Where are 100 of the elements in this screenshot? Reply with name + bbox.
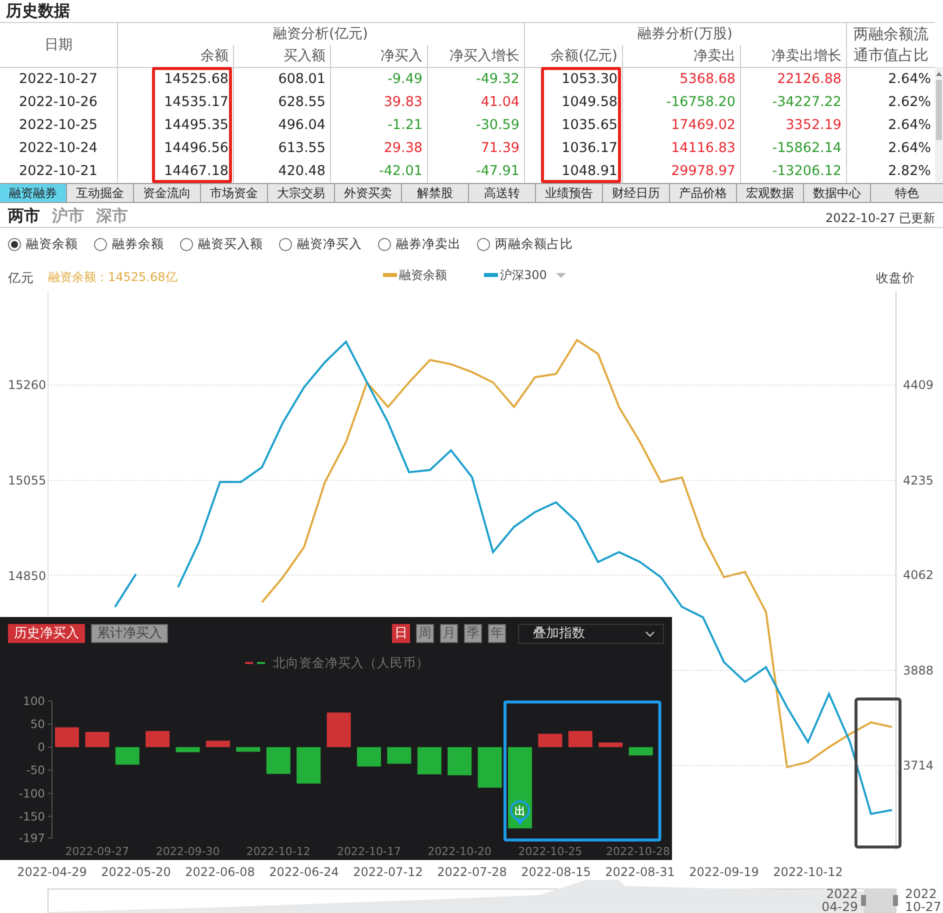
column-header: 买入额 [233, 45, 330, 68]
radio-circle[interactable] [8, 238, 21, 250]
table-cell: 1035.65 [524, 114, 622, 137]
nav-tab[interactable]: 融资融券 [0, 184, 67, 202]
period-tab[interactable]: 日 [392, 624, 410, 643]
radio-circle[interactable] [180, 238, 193, 250]
bar [296, 747, 321, 784]
radio-option[interactable]: 融券净卖出 [378, 234, 461, 254]
axis-label: 2022-06-08 [185, 865, 255, 879]
axis-label: 3714 [903, 758, 934, 773]
radio-option[interactable]: 两融余额占比 [477, 234, 573, 254]
table-cell: 39.83 [330, 91, 427, 114]
table-cell: -16758.20 [622, 91, 740, 114]
date-cell: 2022-10-25 [0, 114, 117, 137]
axis-title: 收盘价 [876, 270, 915, 285]
table-cell: 5368.68 [622, 68, 740, 91]
market-tab[interactable]: 两市 [8, 205, 52, 227]
table-cell: 3352.19 [740, 114, 846, 137]
legend-swatch [383, 273, 397, 277]
table-cell: 17469.02 [622, 114, 740, 137]
axis-label: -150 [18, 809, 45, 824]
axis-label: 50 [30, 717, 45, 732]
axis-label: 2022-06-24 [269, 865, 339, 879]
table-cell: 608.01 [233, 68, 330, 91]
column-header: 余额(亿元) [524, 45, 622, 68]
table-cell: -15862.14 [740, 137, 846, 160]
axis-label: 4409 [903, 378, 934, 392]
axis-label: 2022-08-31 [605, 865, 675, 879]
radio-option[interactable]: 融券余额 [94, 234, 164, 254]
section-title: 历史数据 [4, 0, 71, 22]
range-label: 2022 [826, 886, 858, 901]
legend-label: 北向资金净买入（人民币） [273, 655, 429, 670]
column-header: 净买入 [330, 45, 427, 68]
annotation: 出 [514, 804, 526, 818]
column-group-header: 融券分析(万股) [524, 22, 846, 45]
date-cell: 2022-10-26 [0, 91, 117, 114]
axis-label: 2022-10-17 [337, 845, 401, 858]
column-header: 净卖出 [622, 45, 740, 68]
value-readout: 融资余额：14525.68亿 [48, 269, 178, 286]
table-cell: -1.21 [330, 114, 427, 137]
date-cell: 2022-10-21 [0, 160, 117, 183]
axis-label: 2022-09-30 [156, 845, 220, 858]
bar [448, 747, 472, 776]
table-cell: 22126.88 [740, 68, 846, 91]
bar [206, 740, 230, 748]
table-cell: 14525.68 [117, 68, 233, 91]
bar [478, 747, 502, 788]
caret-icon [556, 273, 566, 278]
column-header: 净卖出增长 [740, 45, 846, 68]
range-label: 2022 [905, 886, 937, 901]
bar [357, 747, 381, 766]
radio-circle[interactable] [378, 238, 391, 250]
radio-option[interactable]: 融资买入额 [180, 234, 263, 254]
axis-label: 2022-10-20 [428, 845, 492, 858]
bar [326, 712, 351, 748]
radio-circle[interactable] [279, 238, 292, 250]
bar [598, 742, 623, 748]
chevron-down-icon [645, 631, 655, 637]
axis-label: 0 [38, 740, 45, 754]
legend-label: 沪深300 [500, 268, 547, 282]
table-cell: 14116.83 [622, 137, 740, 160]
axis-label: 2022-07-12 [353, 865, 423, 879]
bar [236, 747, 260, 752]
axis-label: 3888 [903, 663, 934, 678]
bar [85, 732, 110, 748]
axis-label: 100 [23, 694, 45, 708]
table-cell: -30.59 [427, 114, 524, 137]
range-label: 04-29 [822, 899, 858, 913]
radio-option[interactable]: 融资余额 [8, 234, 78, 254]
table-cell: 14535.17 [117, 91, 233, 114]
axis-label: 2022-09-19 [689, 865, 759, 879]
axis-label: 2022-10-28 [606, 845, 670, 858]
bar [568, 730, 592, 748]
axis-label: 2022-10-12 [773, 865, 843, 879]
bar [387, 747, 412, 764]
table-cell: 14496.56 [117, 137, 233, 160]
axis-label: -197 [18, 831, 45, 845]
table-cell: 71.39 [427, 137, 524, 160]
radio-option[interactable]: 融资净买入 [279, 234, 362, 254]
overlay-dropdown[interactable]: 叠加指数 [518, 624, 664, 644]
table-cell: 1049.58 [524, 91, 622, 114]
range-label: 10-27 [905, 899, 942, 913]
radio-circle[interactable] [94, 238, 107, 250]
column-header: 余额 [117, 45, 233, 68]
axis-label: 4062 [903, 568, 934, 582]
radio-circle[interactable] [477, 238, 490, 250]
axis-label: 15055 [8, 474, 46, 488]
table-cell: 1036.17 [524, 137, 622, 160]
column-header: 日期 [0, 22, 117, 68]
table-cell: -49.32 [427, 68, 524, 91]
signal-pin: 出 [510, 800, 530, 826]
axis-title: 亿元 [8, 270, 34, 285]
axis-label: -100 [18, 786, 45, 800]
bar [115, 747, 140, 765]
axis-label: 2022-05-20 [101, 865, 171, 879]
axis-label: 2022-10-12 [246, 845, 310, 858]
bar [176, 747, 200, 752]
view-tab[interactable]: 历史净买入 [8, 624, 85, 643]
bar [417, 747, 442, 774]
axis-label: 2022-04-29 [17, 865, 87, 879]
